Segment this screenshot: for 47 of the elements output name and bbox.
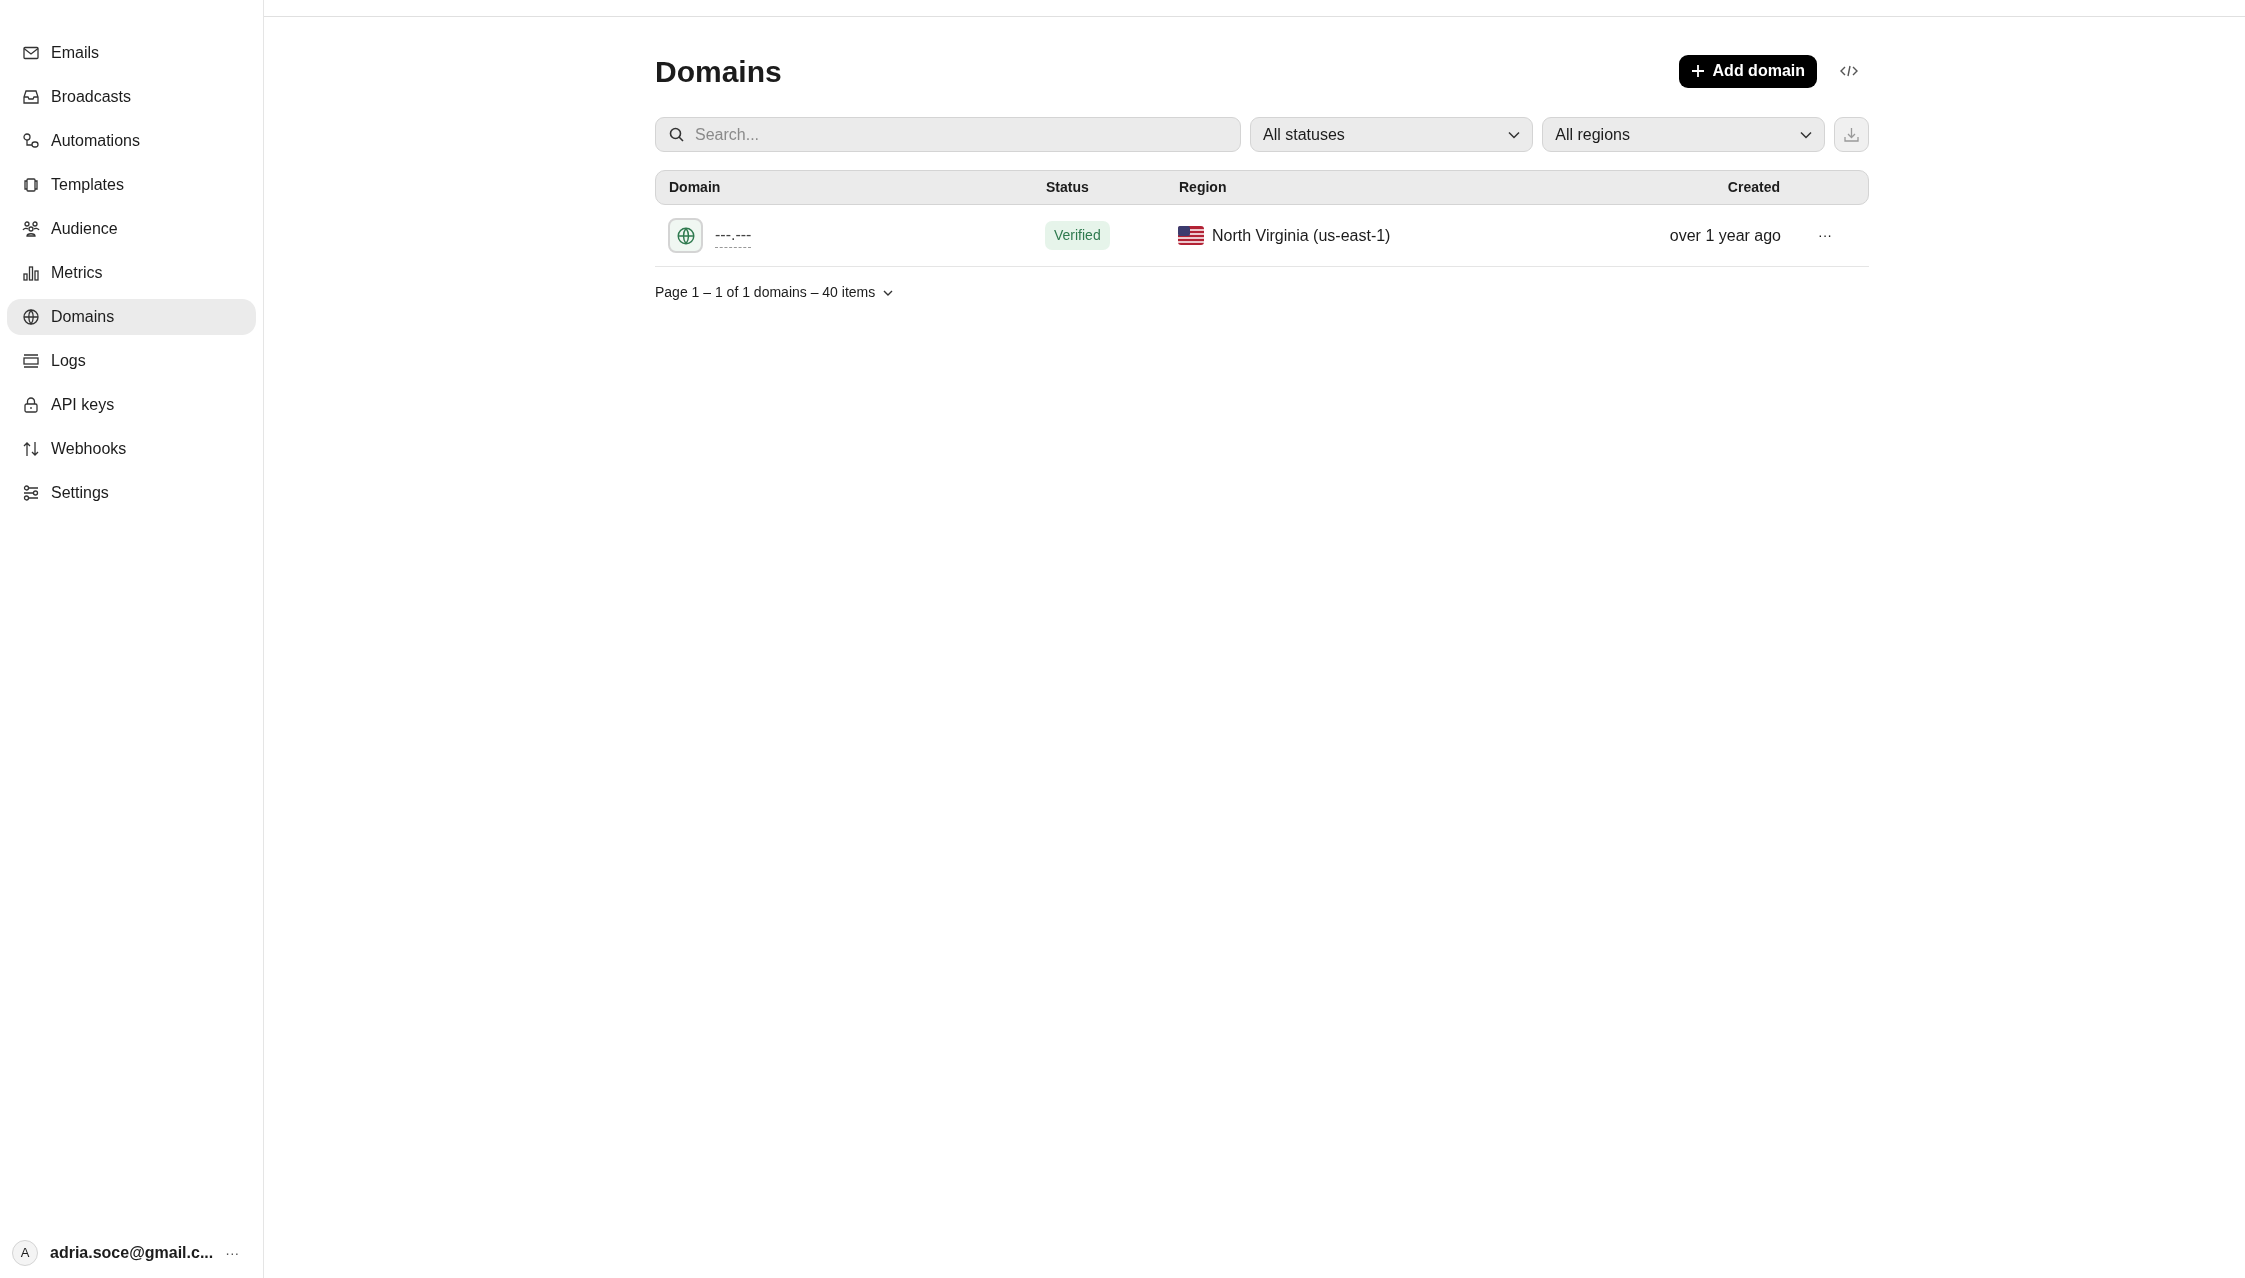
more-button[interactable]: ··· [225,1242,240,1264]
bar-chart-icon [22,264,40,282]
list-icon [22,352,40,370]
sidebar-item[interactable]: Domains [7,299,256,335]
status-dropdown[interactable]: All statuses [1250,117,1534,152]
status-badge: Verified [1045,221,1110,250]
add-domain-button[interactable]: Add domain [1678,54,1817,88]
sidebar-item[interactable]: Settings [7,475,256,511]
sidebar-item[interactable]: Broadcasts [7,79,256,115]
created-text: over 1 year ago [1668,225,1781,246]
flow-icon [22,132,40,150]
search-icon [669,127,684,142]
sidebar-item[interactable]: Webhooks [7,431,256,467]
user-email[interactable]: adria.soce@gmail.c... [50,1241,214,1265]
sliders-icon [22,484,40,502]
domain-globe-icon [668,218,703,253]
arrows-icon [22,440,40,458]
sidebar-item[interactable]: Emails [7,35,256,71]
domain-link[interactable]: ---.--- [715,223,752,248]
pagination-text: Page 1 – 1 of 1 domains – 40 items [655,283,876,302]
region-text: North Virginia (us-east-1) [1212,225,1391,246]
chevron-down-icon [1800,130,1813,139]
chevron-down-icon[interactable] [883,288,894,297]
row-more-button[interactable]: ··· [1781,225,1869,246]
sidebar-item[interactable]: Templates [7,167,256,203]
sidebar-item[interactable]: API keys [7,387,256,423]
globe-icon [22,308,40,326]
sidebar-item[interactable]: Logs [7,343,256,379]
download-icon [1844,127,1860,142]
download-button[interactable] [1834,117,1869,152]
inbox-icon [22,88,40,106]
plus-icon [1690,64,1705,78]
search-field[interactable]: Search... [655,117,1241,152]
envelope-icon [22,44,40,62]
sidebar-item[interactable]: Automations [7,123,256,159]
sidebar-item[interactable]: Metrics [7,255,256,291]
lock-icon [22,396,40,414]
sidebar-item[interactable]: Audience [7,211,256,247]
template-icon [22,176,40,194]
people-icon [22,220,40,238]
region-dropdown[interactable]: All regions [1542,117,1826,152]
chevron-down-icon [1508,130,1521,139]
table-header: Domain Status Region Created [655,170,1869,205]
code-icon [1840,65,1858,77]
flag-icon [1178,226,1204,245]
page-title: Domains [655,53,782,90]
user-avatar[interactable]: A [12,1240,38,1266]
